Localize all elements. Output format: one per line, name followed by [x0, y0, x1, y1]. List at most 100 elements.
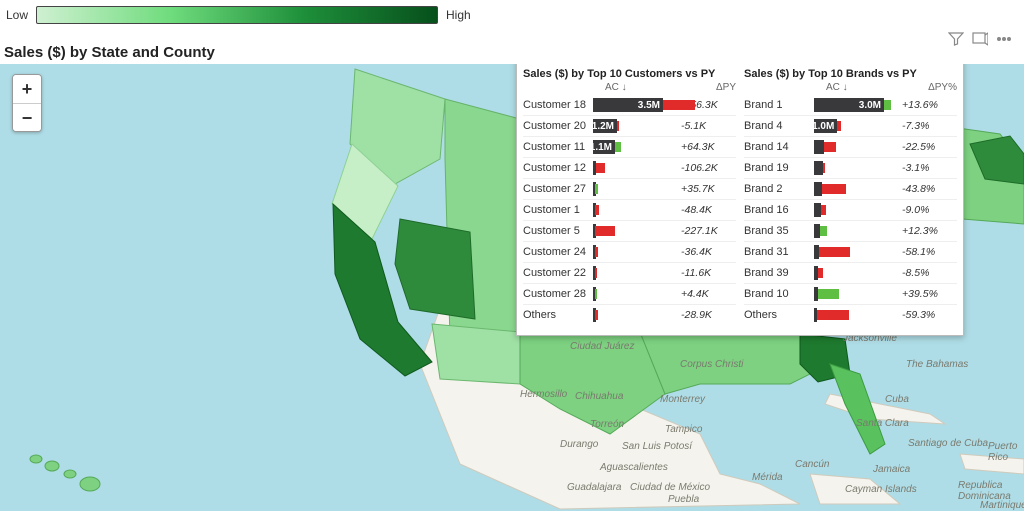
table-row: Brand 2-43.8% — [744, 179, 957, 200]
row-bars — [814, 202, 898, 218]
variance-bar — [595, 247, 598, 257]
variance-bar — [595, 205, 599, 215]
row-name: Customer 18 — [523, 99, 593, 111]
variance-bar — [595, 184, 598, 194]
table-row: Customer 22 -11.6K — [523, 263, 736, 284]
row-name: Brand 31 — [744, 246, 814, 258]
row-delta: +4.4K — [677, 288, 736, 300]
ac-bar: 3.0M — [814, 98, 884, 112]
zoom-out-button[interactable]: − — [13, 103, 41, 131]
row-name: Brand 4 — [744, 120, 814, 132]
row-delta: -3.1% — [898, 162, 957, 174]
variance-bar — [820, 226, 827, 236]
table-row: Customer 5-227.1K — [523, 221, 736, 242]
row-delta: -7.3% — [898, 120, 957, 132]
table-row: Customer 12-106.2K — [523, 158, 736, 179]
table-row: Brand 14-22.5% — [744, 137, 957, 158]
page-title: Sales ($) by State and County — [4, 44, 215, 61]
table-row: Brand 10+39.5% — [744, 284, 957, 305]
state-tooltip-card: California | Total Sales $: 6,965,605 Sa… — [516, 64, 964, 336]
row-delta: -8.5% — [898, 267, 957, 279]
row-bars — [814, 181, 898, 197]
row-bars — [593, 307, 677, 323]
variance-bar — [823, 163, 825, 173]
brands-rows: Brand 13.0M+13.6%Brand 41.0M-7.3%Brand 1… — [744, 95, 957, 325]
more-options-icon[interactable] — [996, 32, 1012, 46]
zoom-in-button[interactable]: + — [13, 75, 41, 103]
row-delta: +64.3K — [677, 141, 736, 153]
variance-bar — [817, 310, 849, 320]
row-bars: 1.0M — [814, 118, 898, 134]
variance-bar — [595, 310, 598, 320]
variance-bar — [663, 100, 695, 110]
row-delta: -43.8% — [898, 183, 957, 195]
row-bars: 1.2M — [593, 118, 677, 134]
row-bars — [814, 139, 898, 155]
table-row: Brand 41.0M-7.3% — [744, 116, 957, 137]
row-bars: 3.5M — [593, 97, 677, 113]
ac-bar: 1.1M — [593, 140, 615, 154]
brands-panel: Sales ($) by Top 10 Brands vs PY AC ↓ ΔP… — [744, 64, 957, 325]
ac-bar — [814, 203, 821, 217]
variance-bar — [595, 226, 615, 236]
variance-bar — [837, 121, 841, 131]
map-zoom-control: + − — [12, 74, 42, 132]
row-name: Brand 16 — [744, 204, 814, 216]
table-row: Customer 1 -48.4K — [523, 200, 736, 221]
focus-mode-icon[interactable] — [972, 32, 988, 46]
customers-rows: Customer 183.5M-356.3KCustomer 201.2M-5.… — [523, 95, 736, 325]
variance-bar — [595, 289, 597, 299]
row-bars: 3.0M — [814, 97, 898, 113]
row-name: Customer 1 — [523, 204, 593, 216]
row-delta: +39.5% — [898, 288, 957, 300]
row-name: Others — [523, 309, 593, 321]
variance-bar — [595, 268, 597, 278]
row-bars — [814, 286, 898, 302]
variance-bar — [818, 289, 839, 299]
row-delta: -11.6K — [677, 267, 736, 279]
variance-bar — [819, 247, 850, 257]
row-name: Brand 19 — [744, 162, 814, 174]
row-bars — [593, 160, 677, 176]
row-bars — [593, 181, 677, 197]
col-ac: AC ↓ — [814, 82, 902, 93]
table-row: Brand 39-8.5% — [744, 263, 957, 284]
ac-bar — [814, 161, 823, 175]
row-bars — [814, 244, 898, 260]
brands-panel-title: Sales ($) by Top 10 Brands vs PY — [744, 64, 957, 82]
choropleth-map[interactable]: Ciudad Juárez Corpus Christi Jacksonvill… — [0, 64, 1024, 511]
row-delta: -106.2K — [677, 162, 736, 174]
row-name: Customer 27 — [523, 183, 593, 195]
variance-bar — [615, 142, 621, 152]
row-name: Others — [744, 309, 814, 321]
row-name: Brand 35 — [744, 225, 814, 237]
row-bars — [593, 223, 677, 239]
row-delta: -36.4K — [677, 246, 736, 258]
col-dpy: ΔPY% — [902, 82, 957, 93]
table-row: Brand 13.0M+13.6% — [744, 95, 957, 116]
row-bars — [814, 223, 898, 239]
filter-icon[interactable] — [948, 32, 964, 46]
col-dpy: ΔPY — [681, 82, 736, 93]
ac-bar: 3.5M — [593, 98, 663, 112]
row-name: Customer 28 — [523, 288, 593, 300]
legend: Low High — [6, 6, 471, 24]
variance-bar — [822, 184, 846, 194]
variance-bar — [884, 100, 891, 110]
row-name: Customer 24 — [523, 246, 593, 258]
row-bars — [593, 265, 677, 281]
table-row: Customer 201.2M-5.1K — [523, 116, 736, 137]
legend-gradient — [36, 6, 438, 24]
table-row: Customer 183.5M-356.3K — [523, 95, 736, 116]
customers-panel-title: Sales ($) by Top 10 Customers vs PY — [523, 64, 736, 82]
row-name: Customer 22 — [523, 267, 593, 279]
row-bars — [814, 265, 898, 281]
customers-panel: Sales ($) by Top 10 Customers vs PY AC ↓… — [523, 64, 736, 325]
legend-low-label: Low — [6, 8, 28, 22]
row-delta: -227.1K — [677, 225, 736, 237]
row-delta: -22.5% — [898, 141, 957, 153]
table-row: Others-59.3% — [744, 305, 957, 325]
row-delta: -48.4K — [677, 204, 736, 216]
row-delta: -5.1K — [677, 120, 736, 132]
table-row: Customer 28 +4.4K — [523, 284, 736, 305]
